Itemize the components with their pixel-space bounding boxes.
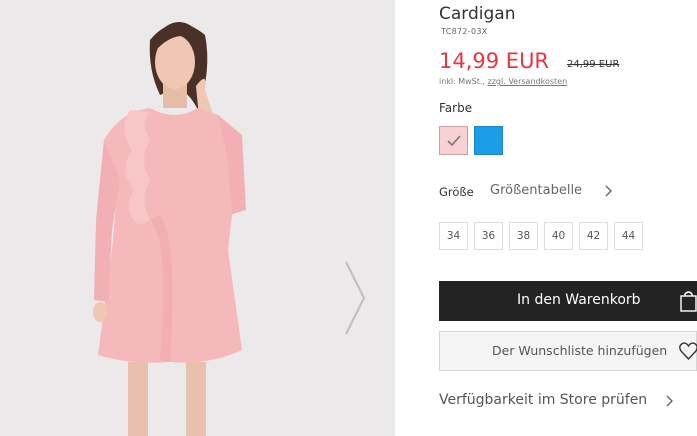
size-option-42[interactable]: 42 (579, 222, 608, 250)
heart-icon (679, 342, 697, 361)
store-availability-link[interactable]: Verfügbarkeit im Store prüfen (439, 392, 647, 408)
next-image-button[interactable] (338, 258, 372, 338)
current-price: 14,99 EUR (439, 49, 550, 73)
size-option-34[interactable]: 34 (439, 222, 468, 250)
model-photo (93, 22, 246, 436)
chevron-right-icon[interactable] (604, 184, 614, 198)
size-guide-link[interactable]: Größentabelle (490, 183, 582, 198)
color-swatch-pink[interactable] (439, 126, 468, 155)
product-title: Cardigan (439, 4, 516, 24)
product-info: Cardigan TC872-03X 14,99 EUR 24,99 EUR i… (439, 0, 697, 436)
add-to-wishlist-button[interactable]: Der Wunschliste hinzufügen (439, 331, 697, 371)
size-option-38[interactable]: 38 (509, 222, 538, 250)
size-option-44[interactable]: 44 (614, 222, 643, 250)
color-swatch-blue[interactable] (474, 126, 503, 155)
add-to-cart-label: In den Warenkorb (517, 292, 641, 308)
add-to-wishlist-label: Der Wunschliste hinzufügen (492, 343, 668, 358)
size-label: Größe (439, 185, 474, 199)
chevron-right-icon[interactable] (665, 394, 675, 408)
check-icon (447, 135, 461, 147)
size-option-36[interactable]: 36 (474, 222, 503, 250)
size-option-40[interactable]: 40 (544, 222, 573, 250)
old-price: 24,99 EUR (567, 59, 620, 70)
chevron-right-icon (345, 261, 366, 335)
tax-note: inkl. MwSt., zzgl. Versandkosten (439, 77, 567, 86)
shopping-bag-icon (680, 291, 697, 312)
add-to-cart-button[interactable]: In den Warenkorb (439, 281, 697, 321)
product-image[interactable] (0, 0, 395, 436)
tax-prefix: inkl. MwSt., (439, 77, 485, 86)
shipping-costs-link[interactable]: zzgl. Versandkosten (488, 77, 568, 86)
color-label: Farbe (439, 101, 473, 115)
product-sku: TC872-03X (441, 27, 488, 36)
